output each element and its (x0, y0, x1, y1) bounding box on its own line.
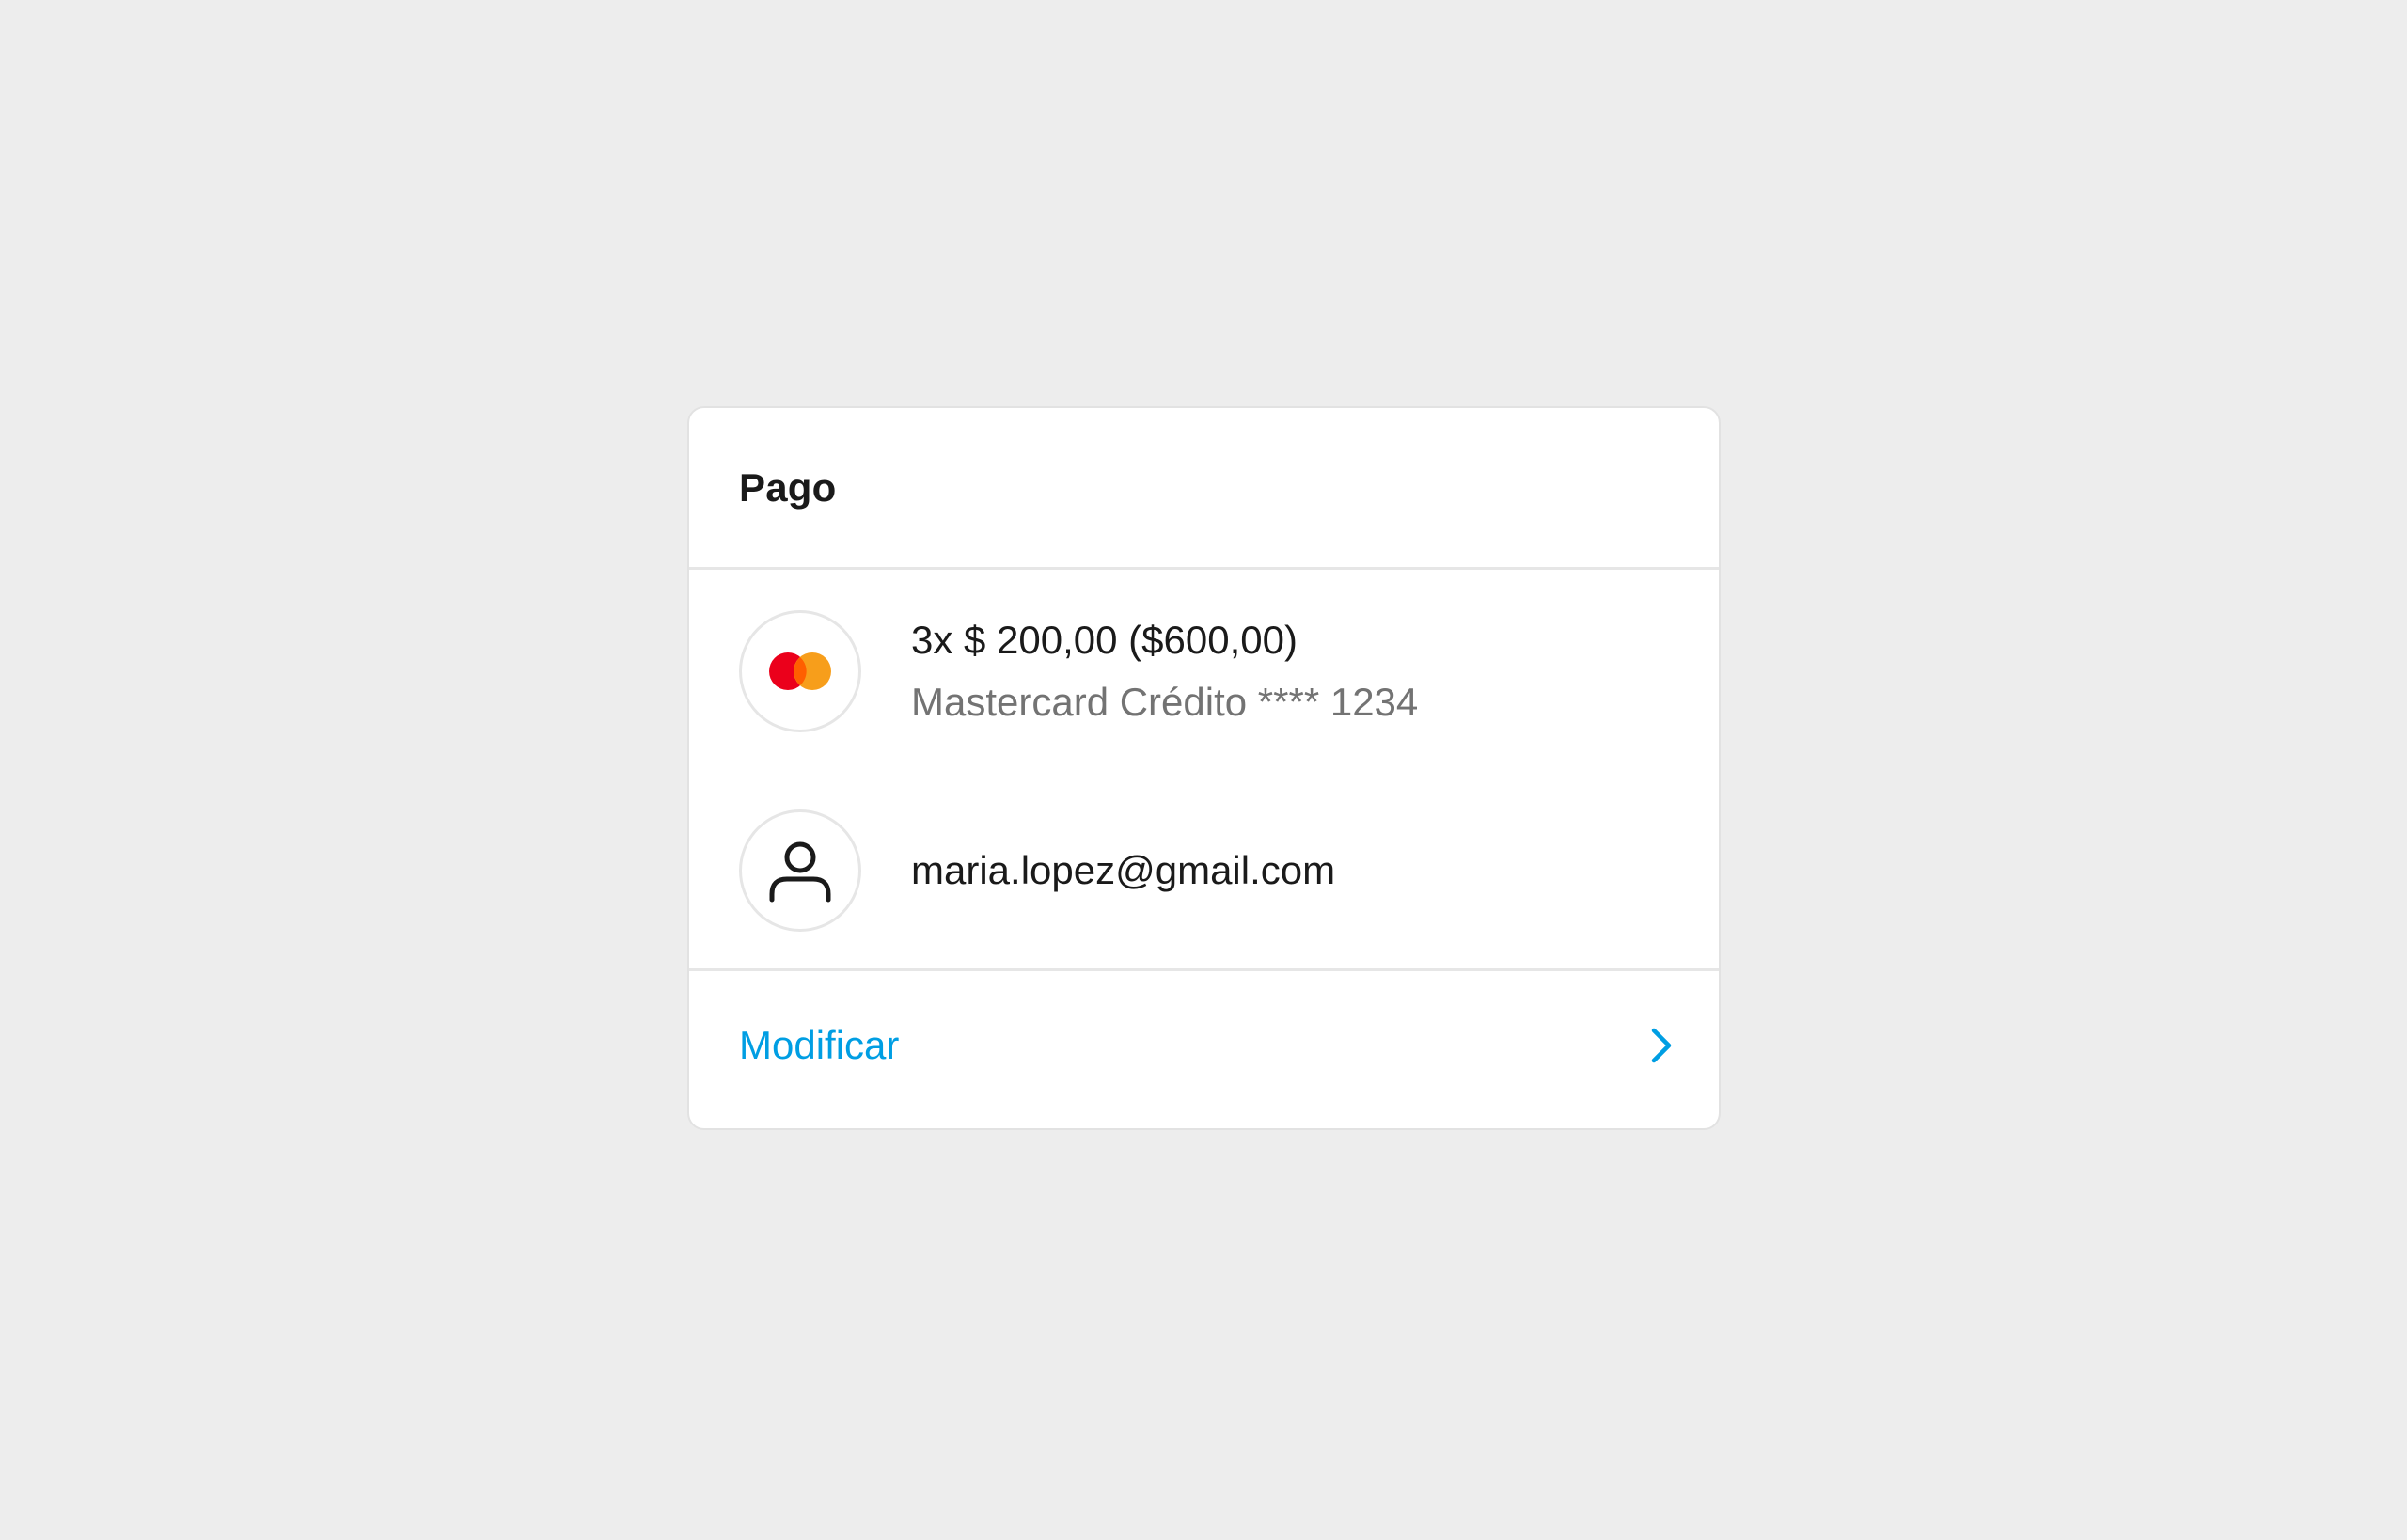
user-icon-container (739, 809, 861, 932)
payment-texts: 3x $ 200,00 ($600,00) Mastercard Crédito… (911, 616, 1418, 727)
payment-card: Pago 3x $ 200,00 ($600,00) Mastercard Cr… (687, 406, 1721, 1130)
chevron-right-icon (1651, 1028, 1672, 1063)
modify-label: Modificar (739, 1023, 900, 1067)
payment-icon-container (739, 609, 861, 732)
card-title: Pago (739, 464, 837, 510)
card-header: Pago (689, 408, 1719, 570)
payment-method-row: 3x $ 200,00 ($600,00) Mastercard Crédito… (689, 608, 1719, 733)
mastercard-logo-icon (769, 652, 831, 690)
modify-button[interactable]: Modificar (689, 968, 1719, 1128)
user-icon (769, 841, 831, 902)
card-description: Mastercard Crédito **** 1234 (911, 679, 1419, 724)
user-texts: maria.lopez@gmail.com (911, 846, 1335, 895)
user-email: maria.lopez@gmail.com (911, 847, 1336, 892)
user-row: maria.lopez@gmail.com (689, 808, 1719, 933)
installment-amount: 3x $ 200,00 ($600,00) (911, 617, 1298, 662)
